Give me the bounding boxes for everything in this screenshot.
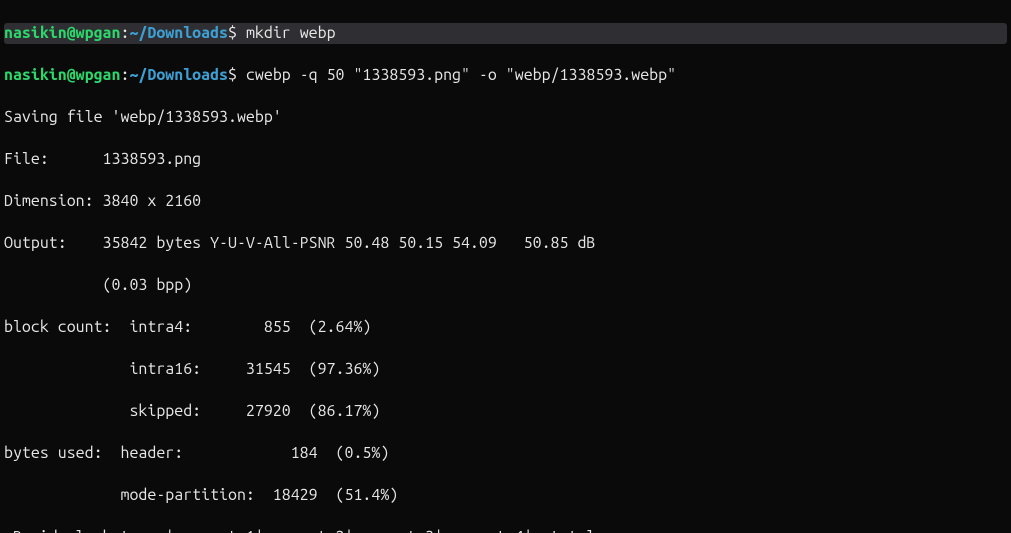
terminal[interactable]: nasikin@wpgan:~/Downloads$ mkdir webp na… bbox=[0, 0, 1011, 533]
output-dimension: Dimension: 3840 x 2160 bbox=[4, 191, 1007, 212]
output-bytesused-1: bytes used: header: 184 (0.5%) bbox=[4, 443, 1007, 464]
prompt-line-1: nasikin@wpgan:~/Downloads$ mkdir webp bbox=[4, 23, 1007, 44]
residuals-header: Residuals bytes |segment 1|segment 2|seg… bbox=[4, 527, 1007, 533]
prompt-line-2: nasikin@wpgan:~/Downloads$ cwebp -q 50 "… bbox=[4, 65, 1007, 86]
dollar: $ bbox=[228, 24, 246, 42]
command: mkdir webp bbox=[246, 24, 336, 42]
dollar: $ bbox=[228, 66, 246, 84]
output-out1: Output: 35842 bytes Y-U-V-All-PSNR 50.48… bbox=[4, 233, 1007, 254]
command: cwebp -q 50 "1338593.png" -o "webp/13385… bbox=[246, 66, 676, 84]
path: /Downloads bbox=[138, 24, 228, 42]
user-host: nasikin@wpgan bbox=[4, 24, 120, 42]
output-saving: Saving file 'webp/1338593.webp' bbox=[4, 107, 1007, 128]
user-host: nasikin@wpgan bbox=[4, 66, 120, 84]
output-bytesused-2: mode-partition: 18429 (51.4%) bbox=[4, 485, 1007, 506]
output-blockcount-1: block count: intra4: 855 (2.64%) bbox=[4, 317, 1007, 338]
output-blockcount-3: skipped: 27920 (86.17%) bbox=[4, 401, 1007, 422]
path: /Downloads bbox=[138, 66, 228, 84]
output-blockcount-2: intra16: 31545 (97.36%) bbox=[4, 359, 1007, 380]
output-file: File: 1338593.png bbox=[4, 149, 1007, 170]
output-out2: (0.03 bpp) bbox=[4, 275, 1007, 296]
